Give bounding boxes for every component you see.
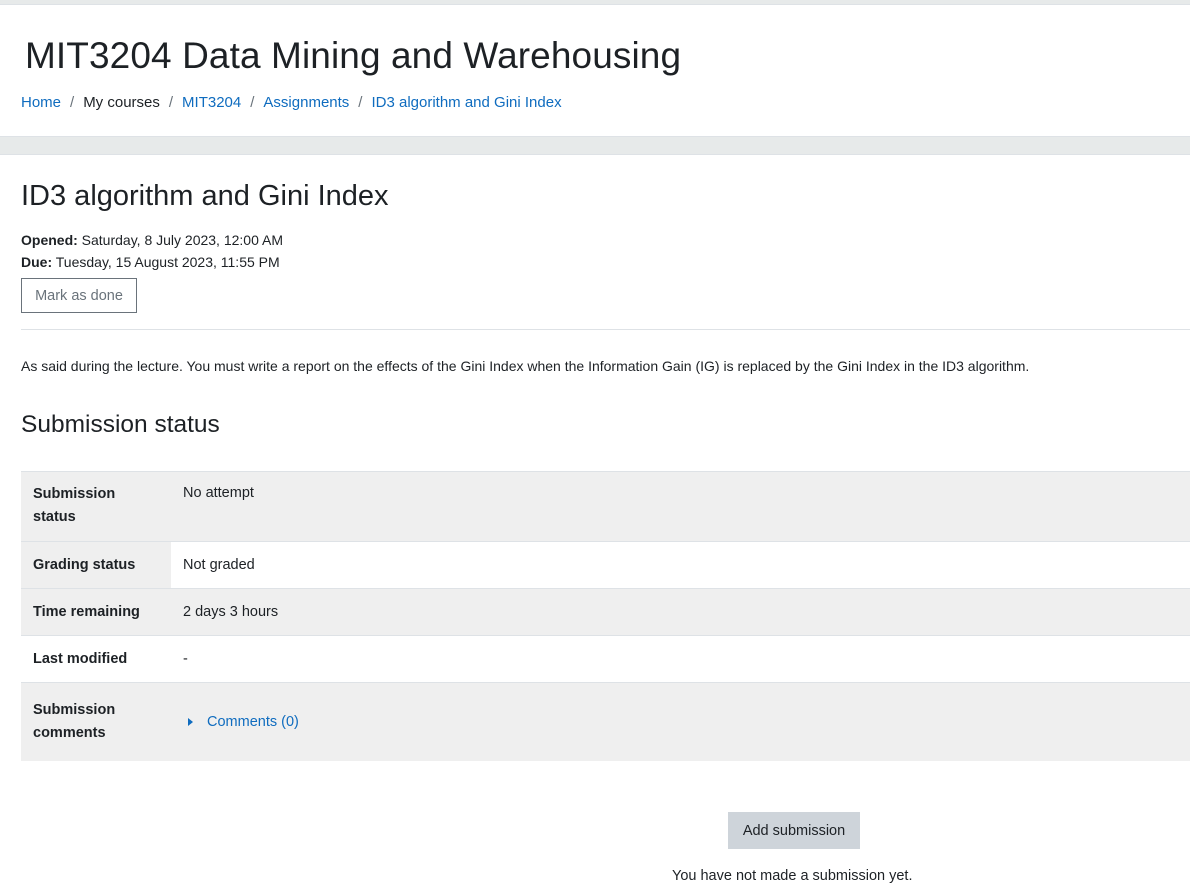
page-header: MIT3204 Data Mining and Warehousing Home… (0, 4, 1190, 137)
table-row: Last modified - (21, 635, 1190, 683)
main-content: ID3 algorithm and Gini Index Opened: Sat… (0, 154, 1190, 891)
activity-title: ID3 algorithm and Gini Index (21, 180, 389, 212)
submission-status-table: Submission status No attempt Grading sta… (21, 471, 1190, 761)
caret-right-icon (188, 717, 193, 726)
last-modified-label: Last modified (21, 635, 171, 683)
row-label: Submission status (21, 471, 171, 542)
time-remaining-value: 2 days 3 hours (171, 588, 1190, 636)
add-submission-button[interactable]: Add submission (728, 812, 860, 849)
table-row: Submission comments Comments (0) (21, 682, 1190, 761)
breadcrumb: Home / My courses / MIT3204 / Assignment… (21, 94, 562, 111)
table-row: Submission status No attempt (21, 471, 1190, 542)
grading-status-value: Not graded (171, 541, 1190, 589)
comments-link-label: Comments (0) (207, 713, 299, 730)
submission-status-heading: Submission status (21, 411, 220, 438)
time-remaining-label: Time remaining (21, 588, 171, 636)
breadcrumb-my-courses: My courses (83, 94, 160, 111)
mark-as-done-button[interactable]: Mark as done (21, 278, 137, 313)
table-row: Grading status Not graded (21, 541, 1190, 589)
breadcrumb-separator: / (358, 94, 363, 111)
no-submission-note: You have not made a submission yet. (672, 868, 913, 884)
opened-value: Saturday, 8 July 2023, 12:00 AM (81, 232, 283, 248)
grading-status-label: Grading status (21, 541, 171, 589)
assignment-description: As said during the lecture. You must wri… (21, 358, 1030, 374)
breadcrumb-activity[interactable]: ID3 algorithm and Gini Index (371, 94, 561, 111)
breadcrumb-home[interactable]: Home (21, 94, 61, 111)
course-title: MIT3204 Data Mining and Warehousing (25, 35, 682, 76)
comments-toggle[interactable]: Comments (0) (183, 714, 299, 730)
table-row: Time remaining 2 days 3 hours (21, 588, 1190, 636)
submission-status-value: No attempt (171, 471, 1190, 542)
breadcrumb-separator: / (70, 94, 75, 111)
submission-status-label: Submission status (33, 486, 116, 525)
submission-comments-label: Submission comments (33, 701, 116, 741)
submission-comments-value: Comments (0) (171, 682, 1190, 761)
breadcrumb-assignments[interactable]: Assignments (263, 94, 349, 111)
due-label: Due: (21, 254, 53, 270)
opened-date: Opened: Saturday, 8 July 2023, 12:00 AM (21, 232, 283, 248)
divider (21, 329, 1190, 330)
breadcrumb-separator: / (168, 94, 174, 111)
breadcrumb-separator: / (250, 94, 255, 111)
due-date: Due: Tuesday, 15 August 2023, 11:55 PM (21, 254, 280, 270)
breadcrumb-course[interactable]: MIT3204 (182, 94, 241, 111)
last-modified-value: - (171, 635, 1190, 683)
row-label: Submission comments (21, 682, 171, 761)
due-value: Tuesday, 15 August 2023, 11:55 PM (55, 254, 280, 270)
opened-label: Opened: (21, 232, 78, 248)
